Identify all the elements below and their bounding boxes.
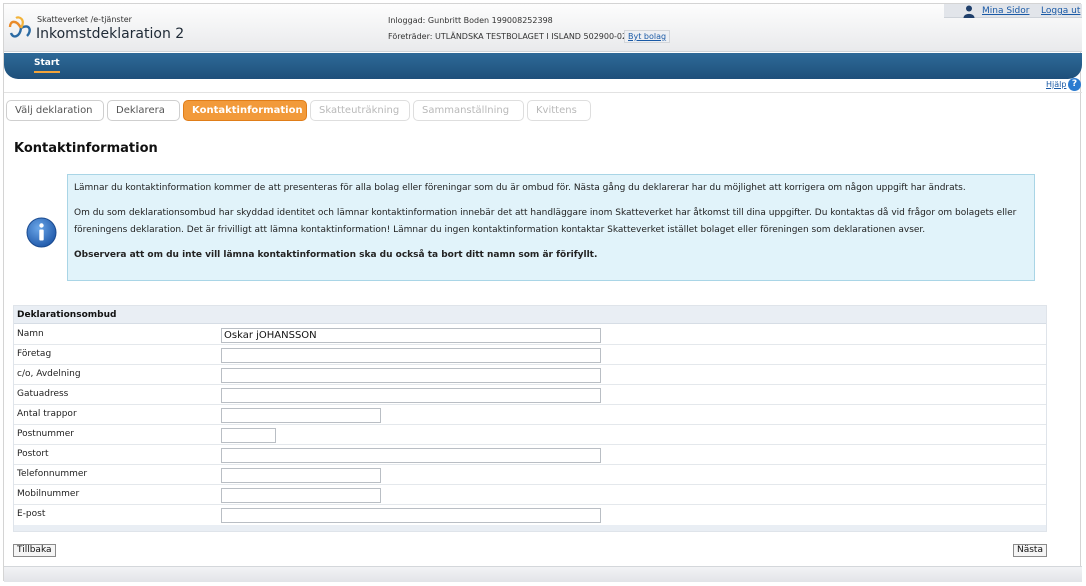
header: Skatteverket /e-tjänster Inkomstdeklarat… xyxy=(4,4,1082,52)
company-input[interactable] xyxy=(221,348,601,363)
divider xyxy=(4,92,1082,93)
question-icon[interactable]: ? xyxy=(1068,78,1081,91)
field-label: Telefonnummer xyxy=(17,469,88,479)
help-link[interactable]: Hjälp xyxy=(1046,80,1066,89)
phone-input[interactable] xyxy=(221,468,381,483)
brand-subtitle: Skatteverket /e-tjänster xyxy=(37,15,132,24)
postal-code-input[interactable] xyxy=(221,428,276,443)
step-valj-deklaration[interactable]: Välj deklaration xyxy=(6,100,104,121)
field-label: Namn xyxy=(17,329,44,339)
field-label: c/o, Avdelning xyxy=(17,369,81,379)
field-label: Företag xyxy=(17,349,52,359)
back-button[interactable]: Tillbaka xyxy=(13,544,56,557)
footer-bar xyxy=(4,566,1082,582)
form-row-postort: Postort xyxy=(14,445,1046,465)
step-skatteutrakning: Skatteuträkning xyxy=(310,100,410,121)
street-address-input[interactable] xyxy=(221,388,601,403)
field-label: E-post xyxy=(17,509,46,519)
next-button[interactable]: Nästa xyxy=(1013,544,1047,557)
contact-form: Deklarationsombud Namn Företag c/o, Avde… xyxy=(13,305,1047,532)
field-label: Antal trappor xyxy=(17,409,77,419)
mobile-input[interactable] xyxy=(221,488,381,503)
app-title: Inkomstdeklaration 2 xyxy=(36,26,185,42)
form-row-namn: Namn xyxy=(14,325,1046,345)
represented-company: Företräder: UTLÄNDSKA TESTBOLAGET I ISLA… xyxy=(388,32,638,41)
form-footer xyxy=(14,525,1046,531)
step-sammanstallning: Sammanställning xyxy=(413,100,524,121)
field-label: Gatuadress xyxy=(17,389,69,399)
main-nav: Start xyxy=(4,53,1082,79)
logout-link[interactable]: Logga ut xyxy=(1041,6,1080,16)
field-label: Mobilnummer xyxy=(17,489,80,499)
field-label: Postort xyxy=(17,449,49,459)
info-paragraph-2: Om du som deklarationsombud har skyddad … xyxy=(74,208,1017,235)
info-icon xyxy=(26,217,57,248)
step-kontaktinformation[interactable]: Kontaktinformation xyxy=(183,100,307,121)
my-pages-link[interactable]: Mina Sidor xyxy=(982,6,1029,16)
city-input[interactable] xyxy=(221,448,601,463)
nav-tab-start[interactable]: Start xyxy=(34,58,60,73)
step-kvittens: Kvittens xyxy=(527,100,591,121)
co-department-input[interactable] xyxy=(221,368,601,383)
form-row-foretag: Företag xyxy=(14,345,1046,365)
info-message-box: Lämnar du kontaktinformation kommer de a… xyxy=(67,174,1035,281)
floors-input[interactable] xyxy=(221,408,381,423)
field-label: Postnummer xyxy=(17,429,75,439)
form-row-telefon: Telefonnummer xyxy=(14,465,1046,485)
user-bar: Mina Sidor Logga ut xyxy=(944,4,1082,18)
name-input[interactable] xyxy=(221,328,601,343)
info-warning: Observera att om du inte vill lämna kont… xyxy=(74,250,598,260)
form-row-mobil: Mobilnummer xyxy=(14,485,1046,505)
user-icon xyxy=(963,5,975,18)
switch-company-button[interactable]: Byt bolag xyxy=(624,30,671,43)
form-row-co: c/o, Avdelning xyxy=(14,365,1046,385)
app-frame: Skatteverket /e-tjänster Inkomstdeklarat… xyxy=(3,3,1082,582)
email-input[interactable] xyxy=(221,508,601,523)
form-heading: Deklarationsombud xyxy=(14,306,1046,324)
form-row-epost: E-post xyxy=(14,505,1046,525)
info-paragraph-1: Lämnar du kontaktinformation kommer de a… xyxy=(74,183,966,193)
step-deklarera[interactable]: Deklarera xyxy=(107,100,180,121)
form-row-gatuadress: Gatuadress xyxy=(14,385,1046,405)
form-row-postnummer: Postnummer xyxy=(14,425,1046,445)
skatteverket-logo-icon xyxy=(8,16,31,38)
page-title: Kontaktinformation xyxy=(14,141,158,156)
form-row-trappor: Antal trappor xyxy=(14,405,1046,425)
logged-in-user: Inloggad: Gunbritt Boden 199008252398 xyxy=(388,16,553,25)
